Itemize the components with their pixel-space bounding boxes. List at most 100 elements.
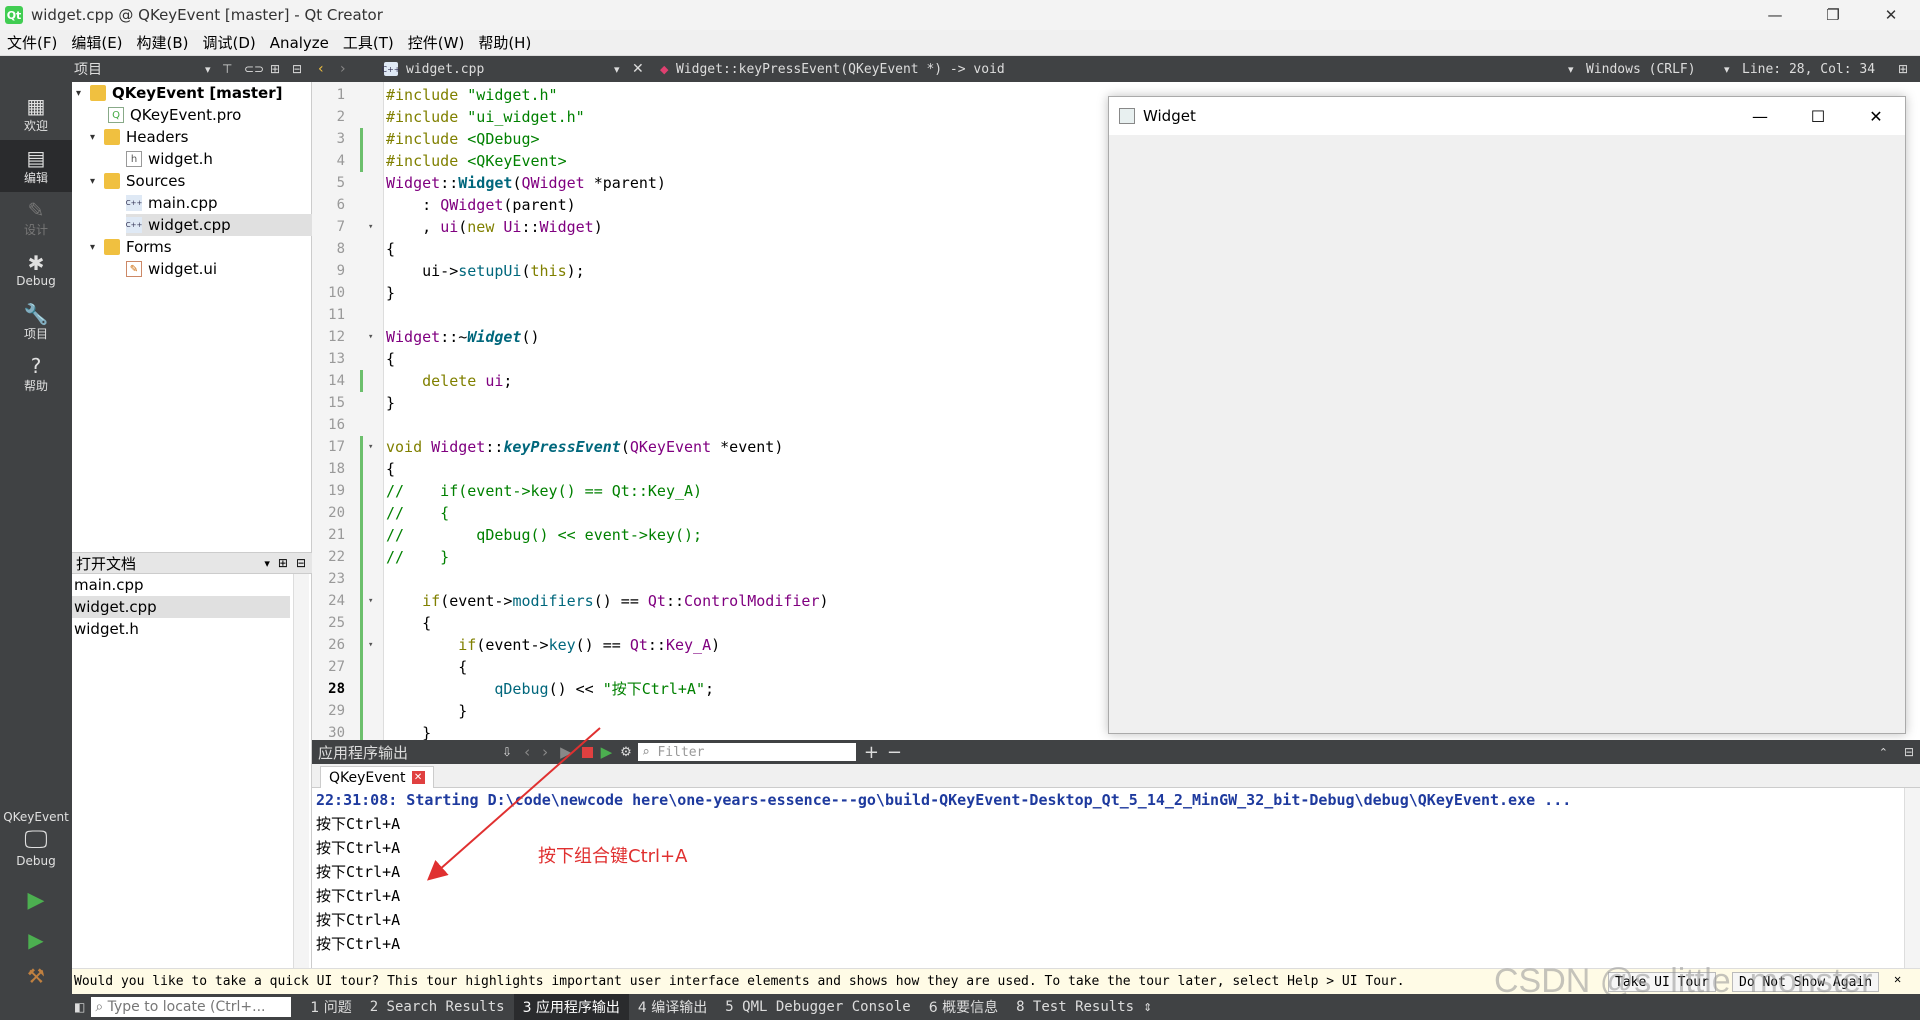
scrollbar[interactable] xyxy=(293,574,309,968)
tab-test-results[interactable]: 8 Test Results xyxy=(1007,994,1143,1020)
application-output[interactable]: 22:31:08: Starting D:\code\newcode here\… xyxy=(312,788,1920,968)
tab-compile-output[interactable]: 4 编译输出 xyxy=(629,994,716,1020)
tree-item-widget-h[interactable]: h widget.h xyxy=(126,148,213,170)
mode-edit[interactable]: ▤ 编辑 xyxy=(0,140,72,192)
pro-file-icon: Q xyxy=(108,107,124,123)
build-button[interactable]: ⚒ xyxy=(0,958,72,994)
widget-window[interactable]: Widget — ☐ ✕ xyxy=(1108,96,1906,734)
stop-icon[interactable] xyxy=(581,746,593,758)
open-doc-item[interactable]: main.cpp xyxy=(72,574,290,596)
play-icon: ▶ xyxy=(27,887,45,913)
tab-issues[interactable]: 1 问题 xyxy=(301,994,360,1020)
menu-debug[interactable]: 调试(D) xyxy=(196,32,263,53)
mode-help[interactable]: ? 帮助 xyxy=(0,348,72,400)
menu-bar: 文件(F) 编辑(E) 构建(B) 调试(D) Analyze 工具(T) 控件… xyxy=(0,30,1920,56)
split-icon[interactable]: ⊞ xyxy=(278,556,288,570)
tab-general-messages[interactable]: 6 概要信息 xyxy=(920,994,1007,1020)
fold-arrow-icon[interactable]: ▾ xyxy=(368,436,373,458)
toggle-sidebar-icon[interactable]: ◧ xyxy=(74,1000,85,1014)
debug-icon[interactable]: ▶ xyxy=(601,743,613,761)
next-icon[interactable]: › xyxy=(542,743,548,761)
project-view-selector[interactable]: 项目 xyxy=(74,56,102,82)
open-doc-item[interactable]: widget.h xyxy=(72,618,290,640)
fold-arrow-icon[interactable]: ▾ xyxy=(368,326,373,348)
split-icon[interactable]: ⊞ xyxy=(270,56,280,82)
tree-folder-forms[interactable]: ▾ Forms xyxy=(90,236,172,258)
tree-item-widget-ui[interactable]: ✎ widget.ui xyxy=(126,258,217,280)
output-filter-input[interactable]: ⌕ Filter xyxy=(637,743,856,761)
kit-selector[interactable]: QKeyEvent 🖵 Debug xyxy=(0,800,72,878)
attach-icon[interactable]: ⇩ xyxy=(502,745,512,759)
prev-icon[interactable]: ‹ xyxy=(524,743,530,761)
locator-input[interactable]: ⌕ Type to locate (Ctrl+... xyxy=(91,997,292,1017)
close-icon[interactable]: ✕ xyxy=(1894,972,1901,986)
expand-arrow-icon[interactable]: ▾ xyxy=(76,88,90,99)
minimize-button[interactable]: — xyxy=(1746,0,1804,30)
menu-build[interactable]: 构建(B) xyxy=(130,32,196,53)
file-dropdown-icon[interactable]: ▾ xyxy=(614,56,620,82)
split-editor-icon[interactable]: ⊞ xyxy=(1898,56,1908,82)
mode-projects[interactable]: 🔧 项目 xyxy=(0,296,72,348)
scrollbar[interactable] xyxy=(1904,788,1920,968)
menu-help[interactable]: 帮助(H) xyxy=(471,32,538,53)
cursor-position[interactable]: Line: 28, Col: 34 xyxy=(1742,56,1875,82)
output-tab[interactable]: QKeyEvent ✕ xyxy=(320,766,434,788)
expand-arrow-icon[interactable]: ▾ xyxy=(90,242,104,253)
tab-search-results[interactable]: 2 Search Results xyxy=(361,994,514,1020)
open-file-tab[interactable]: widget.cpp xyxy=(406,56,484,82)
close-pane-icon[interactable]: ⊟ xyxy=(292,56,302,82)
line-ending-selector[interactable]: Windows (CRLF) xyxy=(1586,56,1696,82)
zoom-in-icon[interactable]: + xyxy=(864,742,879,763)
close-pane-icon[interactable]: ⊟ xyxy=(1904,745,1914,759)
menu-edit[interactable]: 编辑(E) xyxy=(64,32,129,53)
forward-arrow-icon[interactable]: › xyxy=(340,56,346,82)
mode-debug[interactable]: ✱ Debug xyxy=(0,244,72,296)
fold-arrow-icon[interactable]: ▾ xyxy=(368,216,373,238)
tree-folder-headers[interactable]: ▾ Headers xyxy=(90,126,188,148)
back-arrow-icon[interactable]: ‹ xyxy=(318,56,324,82)
ui-tour-message: Would you like to take a quick UI tour? … xyxy=(74,974,1405,989)
maximize-pane-icon[interactable]: ⌃ xyxy=(1879,746,1888,759)
tab-application-output[interactable]: 3 应用程序输出 xyxy=(513,994,629,1020)
mode-design[interactable]: ✎ 设计 xyxy=(0,192,72,244)
mode-label: 编辑 xyxy=(23,170,48,185)
function-breadcrumb[interactable]: Widget::keyPressEvent(QKeyEvent *) -> vo… xyxy=(676,56,1005,82)
close-tab-icon[interactable]: ✕ xyxy=(411,771,425,784)
menu-tools[interactable]: 工具(T) xyxy=(336,32,401,53)
close-pane-icon[interactable]: ⊟ xyxy=(296,556,306,570)
expand-arrow-icon[interactable]: ▾ xyxy=(90,176,104,187)
run-button[interactable]: ▶ xyxy=(0,882,72,918)
tree-item-pro[interactable]: Q QKeyEvent.pro xyxy=(108,104,241,126)
widget-maximize-button[interactable]: ☐ xyxy=(1789,97,1847,135)
tree-root[interactable]: ▾ QKeyEvent [master] xyxy=(76,82,282,104)
filter-icon[interactable]: ⊤ xyxy=(222,56,232,82)
menu-widgets[interactable]: 控件(W) xyxy=(401,32,472,53)
close-button[interactable]: ✕ xyxy=(1862,0,1920,30)
fold-arrow-icon[interactable]: ▾ xyxy=(368,590,373,612)
tab-qml-debugger-console[interactable]: 5 QML Debugger Console xyxy=(716,994,919,1020)
fold-arrow-icon[interactable]: ▾ xyxy=(368,634,373,656)
menu-file[interactable]: 文件(F) xyxy=(0,32,64,53)
close-file-icon[interactable]: ✕ xyxy=(632,56,644,82)
maximize-button[interactable]: ❐ xyxy=(1804,0,1862,30)
project-selector-dropdown-icon[interactable]: ▾ xyxy=(205,56,211,82)
tree-folder-sources[interactable]: ▾ Sources xyxy=(90,170,185,192)
widget-minimize-button[interactable]: — xyxy=(1731,97,1789,135)
line-ending-dropdown-icon[interactable]: ▾ xyxy=(1724,56,1730,82)
debug-run-button[interactable]: ▶ xyxy=(0,922,72,958)
mode-welcome[interactable]: ▦ 欢迎 xyxy=(0,88,72,140)
widget-close-button[interactable]: ✕ xyxy=(1847,97,1905,135)
rerun-icon[interactable]: ▶ xyxy=(560,743,572,761)
open-doc-item[interactable]: widget.cpp xyxy=(72,596,290,618)
more-tabs-icon[interactable]: ⇕ xyxy=(1143,1001,1152,1014)
settings-gear-icon[interactable]: ⚙ xyxy=(620,745,632,760)
expand-arrow-icon[interactable]: ▾ xyxy=(90,132,104,143)
dropdown-icon[interactable]: ▾ xyxy=(264,557,270,570)
zoom-out-icon[interactable]: − xyxy=(887,742,902,763)
breadcrumb-dropdown-icon[interactable]: ▾ xyxy=(1568,56,1574,82)
menu-analyze[interactable]: Analyze xyxy=(263,34,336,52)
code-editor[interactable]: 1 2 3 4 5 6 7 ▾ 8 9 10 11 12 ▾ 13 14 15 16 17 ▾ 18 19 20 21 22 23… xyxy=(312,82,1108,740)
tree-item-widget-cpp[interactable]: C++ widget.cpp xyxy=(126,214,312,236)
tree-item-main-cpp[interactable]: C++ main.cpp xyxy=(126,192,218,214)
link-icon[interactable]: ⊂⊃ xyxy=(244,56,264,82)
